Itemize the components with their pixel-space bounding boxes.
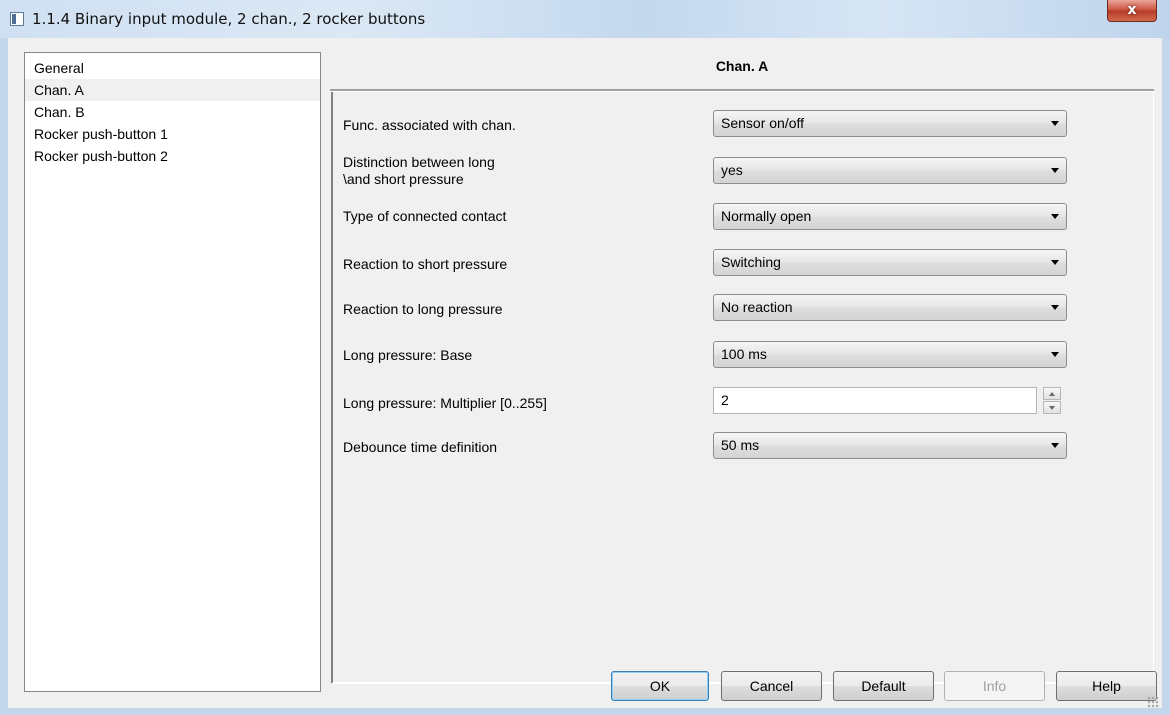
default-button[interactable]: Default <box>833 671 934 701</box>
chevron-down-icon <box>1051 214 1059 219</box>
cancel-button[interactable]: Cancel <box>721 671 822 701</box>
param-label-debounce: Debounce time definition <box>343 439 498 455</box>
param-label-long-pressure-base: Long pressure: Base <box>343 347 473 363</box>
func-associated-dropdown[interactable]: Sensor on/off <box>713 110 1067 137</box>
stepper-down-icon[interactable] <box>1043 401 1061 414</box>
short-pressure-dropdown[interactable]: Switching <box>713 249 1067 276</box>
dropdown-value: yes <box>721 162 743 178</box>
dropdown-value: 100 ms <box>721 346 767 362</box>
param-label-line: Distinction between long <box>343 154 495 170</box>
param-label-func-associated: Func. associated with chan. <box>343 117 516 133</box>
multiplier-input[interactable]: 2 <box>713 387 1037 414</box>
panel-title: Chan. A <box>330 52 1154 92</box>
dropdown-value: Switching <box>721 254 781 270</box>
tree-item-general[interactable]: General <box>25 57 320 79</box>
info-button: Info <box>944 671 1045 701</box>
contact-type-dropdown[interactable]: Normally open <box>713 203 1067 230</box>
param-label-contact-type: Type of connected contact <box>343 208 507 224</box>
chevron-down-icon <box>1051 168 1059 173</box>
tree-item-chan-b[interactable]: Chan. B <box>25 101 320 123</box>
app-icon <box>10 12 24 26</box>
chevron-down-icon <box>1051 305 1059 310</box>
param-label-line: \and short pressure <box>343 171 464 187</box>
close-icon: x <box>1127 2 1137 18</box>
chevron-down-icon <box>1051 352 1059 357</box>
tree-item-rocker-push-button-2[interactable]: Rocker push-button 2 <box>25 145 320 167</box>
help-button[interactable]: Help <box>1056 671 1157 701</box>
chevron-down-icon <box>1051 121 1059 126</box>
title-bar[interactable]: 1.1.4 Binary input module, 2 chan., 2 ro… <box>0 0 1170 38</box>
param-label-multiplier: Long pressure: Multiplier [0..255] <box>343 395 547 411</box>
dropdown-value: Sensor on/off <box>721 115 805 131</box>
chevron-down-icon <box>1051 260 1059 265</box>
resize-grip-icon[interactable] <box>1147 696 1159 708</box>
tree-item-rocker-push-button-1[interactable]: Rocker push-button 1 <box>25 123 320 145</box>
long-pressure-dropdown[interactable]: No reaction <box>713 294 1067 321</box>
ok-button[interactable]: OK <box>611 671 709 701</box>
chevron-down-icon <box>1051 443 1059 448</box>
param-label-short-pressure: Reaction to short pressure <box>343 256 508 272</box>
window-border-bottom <box>0 708 1170 715</box>
param-label-long-pressure: Reaction to long pressure <box>343 301 503 317</box>
window-border-left <box>0 38 8 715</box>
multiplier-stepper[interactable] <box>1043 387 1061 414</box>
long-pressure-base-dropdown[interactable]: 100 ms <box>713 341 1067 368</box>
tree-item-chan-a[interactable]: Chan. A <box>25 79 320 101</box>
stepper-up-icon[interactable] <box>1043 387 1061 400</box>
parameter-tree[interactable]: General Chan. A Chan. B Rocker push-butt… <box>24 52 321 692</box>
close-button[interactable]: x <box>1107 0 1157 22</box>
debounce-dropdown[interactable]: 50 ms <box>713 432 1067 459</box>
window-border-right <box>1162 38 1170 715</box>
dropdown-value: No reaction <box>721 299 793 315</box>
distinction-dropdown[interactable]: yes <box>713 157 1067 184</box>
dropdown-value: 50 ms <box>721 437 760 453</box>
window-title: 1.1.4 Binary input module, 2 chan., 2 ro… <box>32 10 426 28</box>
dropdown-value: Normally open <box>721 208 812 224</box>
param-label-distinction: Distinction between long \and short pres… <box>343 154 703 188</box>
